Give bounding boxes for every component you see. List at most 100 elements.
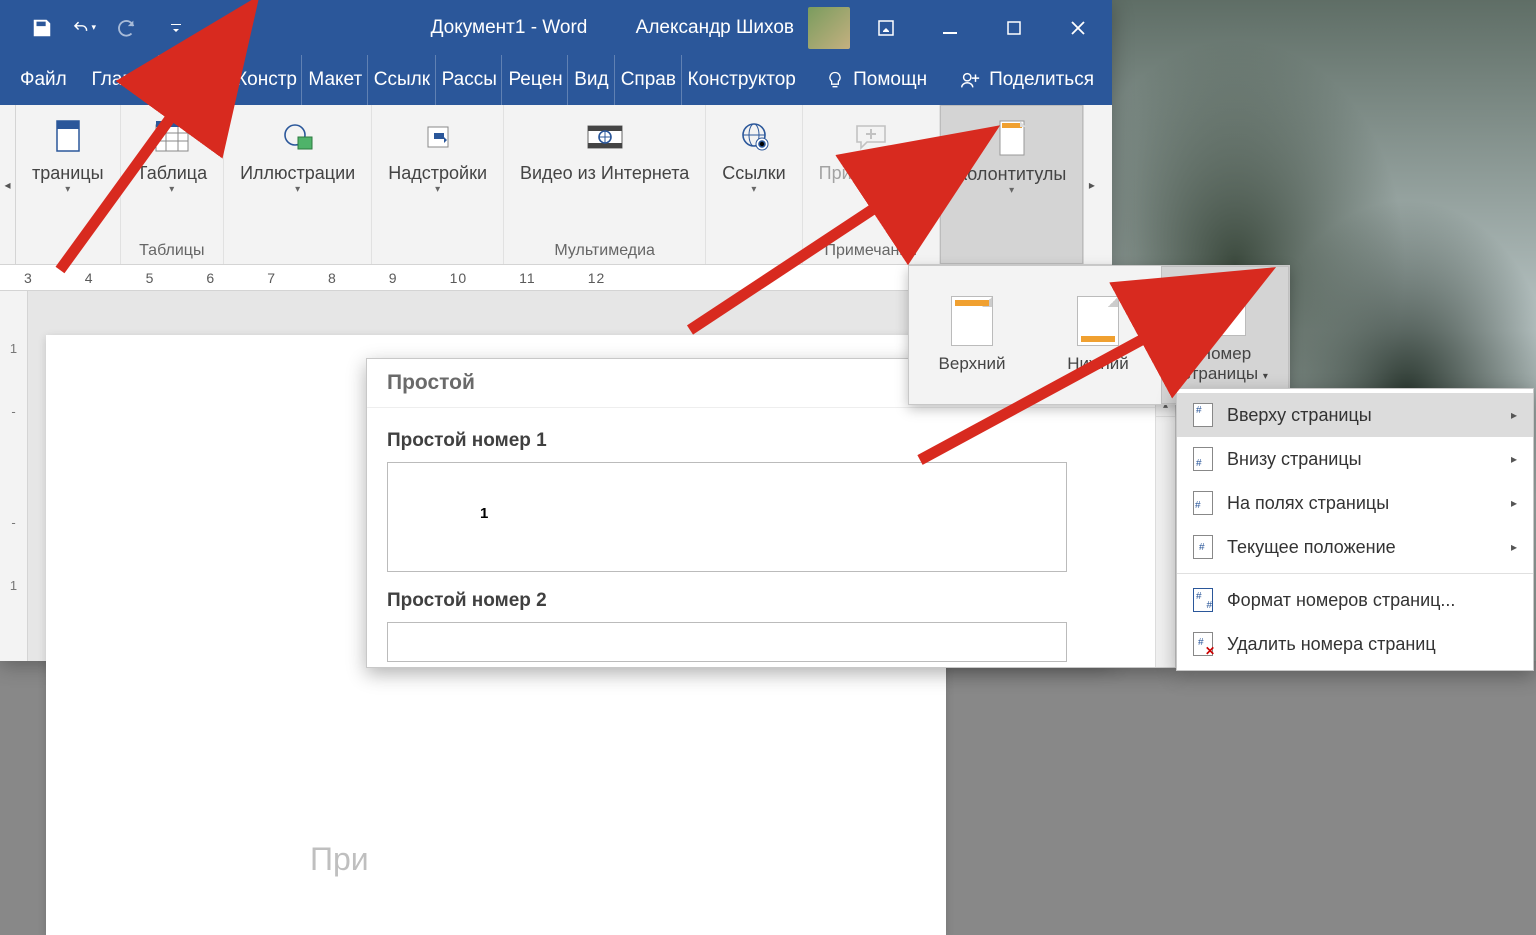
pn-top-of-page[interactable]: # Вверху страницы ▸: [1177, 393, 1533, 437]
group-name-comments: Примечания: [825, 238, 917, 260]
gallery-item-preview-2[interactable]: [387, 622, 1067, 662]
headerfooter-icon: [992, 118, 1032, 158]
ruler-tick: 3: [24, 270, 33, 286]
pn-bottom-label: Внизу страницы: [1227, 449, 1362, 470]
hf-footer-button[interactable]: Нижний: [1035, 266, 1161, 404]
hf-pagenumber-label: Номер страницы: [1182, 344, 1258, 383]
link-icon: [734, 117, 774, 157]
tab-insert[interactable]: Вставк: [159, 55, 230, 105]
tab-review[interactable]: Рецен: [502, 55, 568, 105]
save-icon[interactable]: [30, 16, 54, 40]
ribbon-label-addins: Надстройки: [388, 163, 487, 183]
minimize-button[interactable]: [922, 8, 978, 48]
ribbon: ◂ траницы▾ Таблица▾ Таблицы: [0, 105, 1112, 265]
vertical-ruler[interactable]: 1 - - 1: [0, 291, 28, 661]
ruler-tick: 12: [588, 270, 606, 286]
qat-customize-icon[interactable]: [164, 16, 188, 40]
tab-mailings[interactable]: Рассы: [436, 55, 503, 105]
ruler-tick: 9: [389, 270, 398, 286]
ruler-tick: 10: [450, 270, 468, 286]
headerfooter-dropdown: Верхний Нижний # Номер страницы ▾: [908, 265, 1290, 405]
ribbon-tabs: Файл Главна Вставк Констр Макет Ссылк Ра…: [0, 55, 1112, 105]
ribbon-label-illustrations: Иллюстрации: [240, 163, 355, 183]
pagenumber-icon: #: [1204, 286, 1246, 336]
ruler-tick: 11: [519, 270, 536, 286]
placeholder-text: При: [310, 841, 369, 878]
share-button[interactable]: Поделиться: [941, 55, 1112, 105]
ribbon-item-comment: Примечание: [813, 113, 929, 188]
footer-icon: [1077, 296, 1119, 346]
pn-format-label: Формат номеров страниц...: [1227, 590, 1455, 611]
ribbon-group-headerfooter: Колонтитулы▾: [940, 105, 1084, 264]
ribbon-item-pages[interactable]: траницы▾: [26, 113, 110, 199]
ribbon-item-addins[interactable]: Надстройки▾: [382, 113, 493, 199]
tab-file[interactable]: Файл: [0, 55, 86, 105]
pn-remove-label: Удалить номера страниц: [1227, 634, 1436, 655]
ribbon-label-pages: траницы: [32, 163, 104, 183]
ribbon-item-table[interactable]: Таблица▾: [131, 113, 214, 199]
ribbon-label-comment: Примечание: [819, 163, 923, 183]
hf-pagenumber-button[interactable]: # Номер страницы ▾: [1161, 266, 1289, 404]
page-bottom-icon: #: [1193, 447, 1213, 471]
ribbon-group-tables: Таблица▾ Таблицы: [121, 105, 225, 264]
ribbon-label-video: Видео из Интернета: [520, 163, 689, 183]
video-icon: [585, 117, 625, 157]
page-icon: [48, 117, 88, 157]
undo-icon[interactable]: ▾: [72, 16, 96, 40]
pn-remove-numbers[interactable]: #✕ Удалить номера страниц: [1177, 622, 1533, 666]
comment-icon: [851, 117, 891, 157]
avatar[interactable]: [808, 7, 850, 49]
tab-layout[interactable]: Макет: [302, 55, 367, 105]
ruler-tick: 4: [85, 270, 94, 286]
submenu-arrow-icon: ▸: [1511, 540, 1517, 554]
ruler-tick: 8: [328, 270, 337, 286]
ruler-tick: 7: [267, 270, 276, 286]
gallery-item-title: Простой номер 1: [387, 430, 1155, 452]
group-name-tables: Таблицы: [139, 238, 204, 260]
redo-icon[interactable]: [114, 16, 138, 40]
tell-me[interactable]: Помощн: [811, 55, 941, 105]
tab-references[interactable]: Ссылк: [368, 55, 436, 105]
pn-current-label: Текущее положение: [1227, 537, 1396, 558]
share-icon: [959, 69, 981, 91]
tab-constructor[interactable]: Конструктор: [682, 55, 800, 105]
ribbon-item-headerfooter[interactable]: Колонтитулы▾: [951, 114, 1073, 200]
gallery-scrollbar[interactable]: ▴: [1155, 395, 1175, 667]
tab-view[interactable]: Вид: [568, 55, 614, 105]
ribbon-scroll-right[interactable]: ▸: [1083, 105, 1099, 264]
addin-icon: [418, 117, 458, 157]
maximize-button[interactable]: [986, 8, 1042, 48]
user-name: Александр Шихов: [636, 17, 794, 39]
gallery-item-preview-1[interactable]: 1: [387, 462, 1067, 572]
ribbon-label-headerfooter: Колонтитулы: [957, 164, 1067, 184]
pn-bottom-of-page[interactable]: # Внизу страницы ▸: [1177, 437, 1533, 481]
pn-page-margins[interactable]: # На полях страницы ▸: [1177, 481, 1533, 525]
gallery-preview-number: 1: [480, 505, 488, 522]
hf-header-button[interactable]: Верхний: [909, 266, 1035, 404]
lightbulb-icon: [825, 70, 845, 90]
ribbon-item-links[interactable]: Ссылки▾: [716, 113, 791, 199]
ribbon-scroll-left[interactable]: ◂: [0, 105, 16, 264]
ribbon-item-online-video[interactable]: Видео из Интернета: [514, 113, 695, 188]
hf-header-label: Верхний: [939, 354, 1006, 374]
ribbon-display-options[interactable]: [858, 8, 914, 48]
ribbon-group-links: Ссылки▾: [706, 105, 802, 264]
share-label: Поделиться: [989, 69, 1094, 91]
remove-icon: #✕: [1193, 632, 1213, 656]
close-button[interactable]: [1050, 8, 1106, 48]
ribbon-group-comments: Примечание Примечания: [803, 105, 940, 264]
pagenumber-menu: # Вверху страницы ▸ # Внизу страницы ▸ #…: [1176, 388, 1534, 671]
tab-home[interactable]: Главна: [86, 55, 159, 105]
pn-current-position[interactable]: # Текущее положение ▸: [1177, 525, 1533, 569]
gallery-item-title: Простой номер 2: [387, 590, 1155, 612]
page-top-icon: #: [1193, 403, 1213, 427]
document-title: Документ1 - Word: [431, 17, 588, 39]
tab-design[interactable]: Констр: [230, 55, 302, 105]
page-current-icon: #: [1193, 535, 1213, 559]
quick-access-toolbar: ▾: [0, 16, 188, 40]
pn-format-numbers[interactable]: ## Формат номеров страниц...: [1177, 578, 1533, 622]
user-area: Александр Шихов: [636, 7, 1112, 49]
format-icon: ##: [1193, 588, 1213, 612]
ribbon-item-illustrations[interactable]: Иллюстрации▾: [234, 113, 361, 199]
tab-help[interactable]: Справ: [615, 55, 682, 105]
